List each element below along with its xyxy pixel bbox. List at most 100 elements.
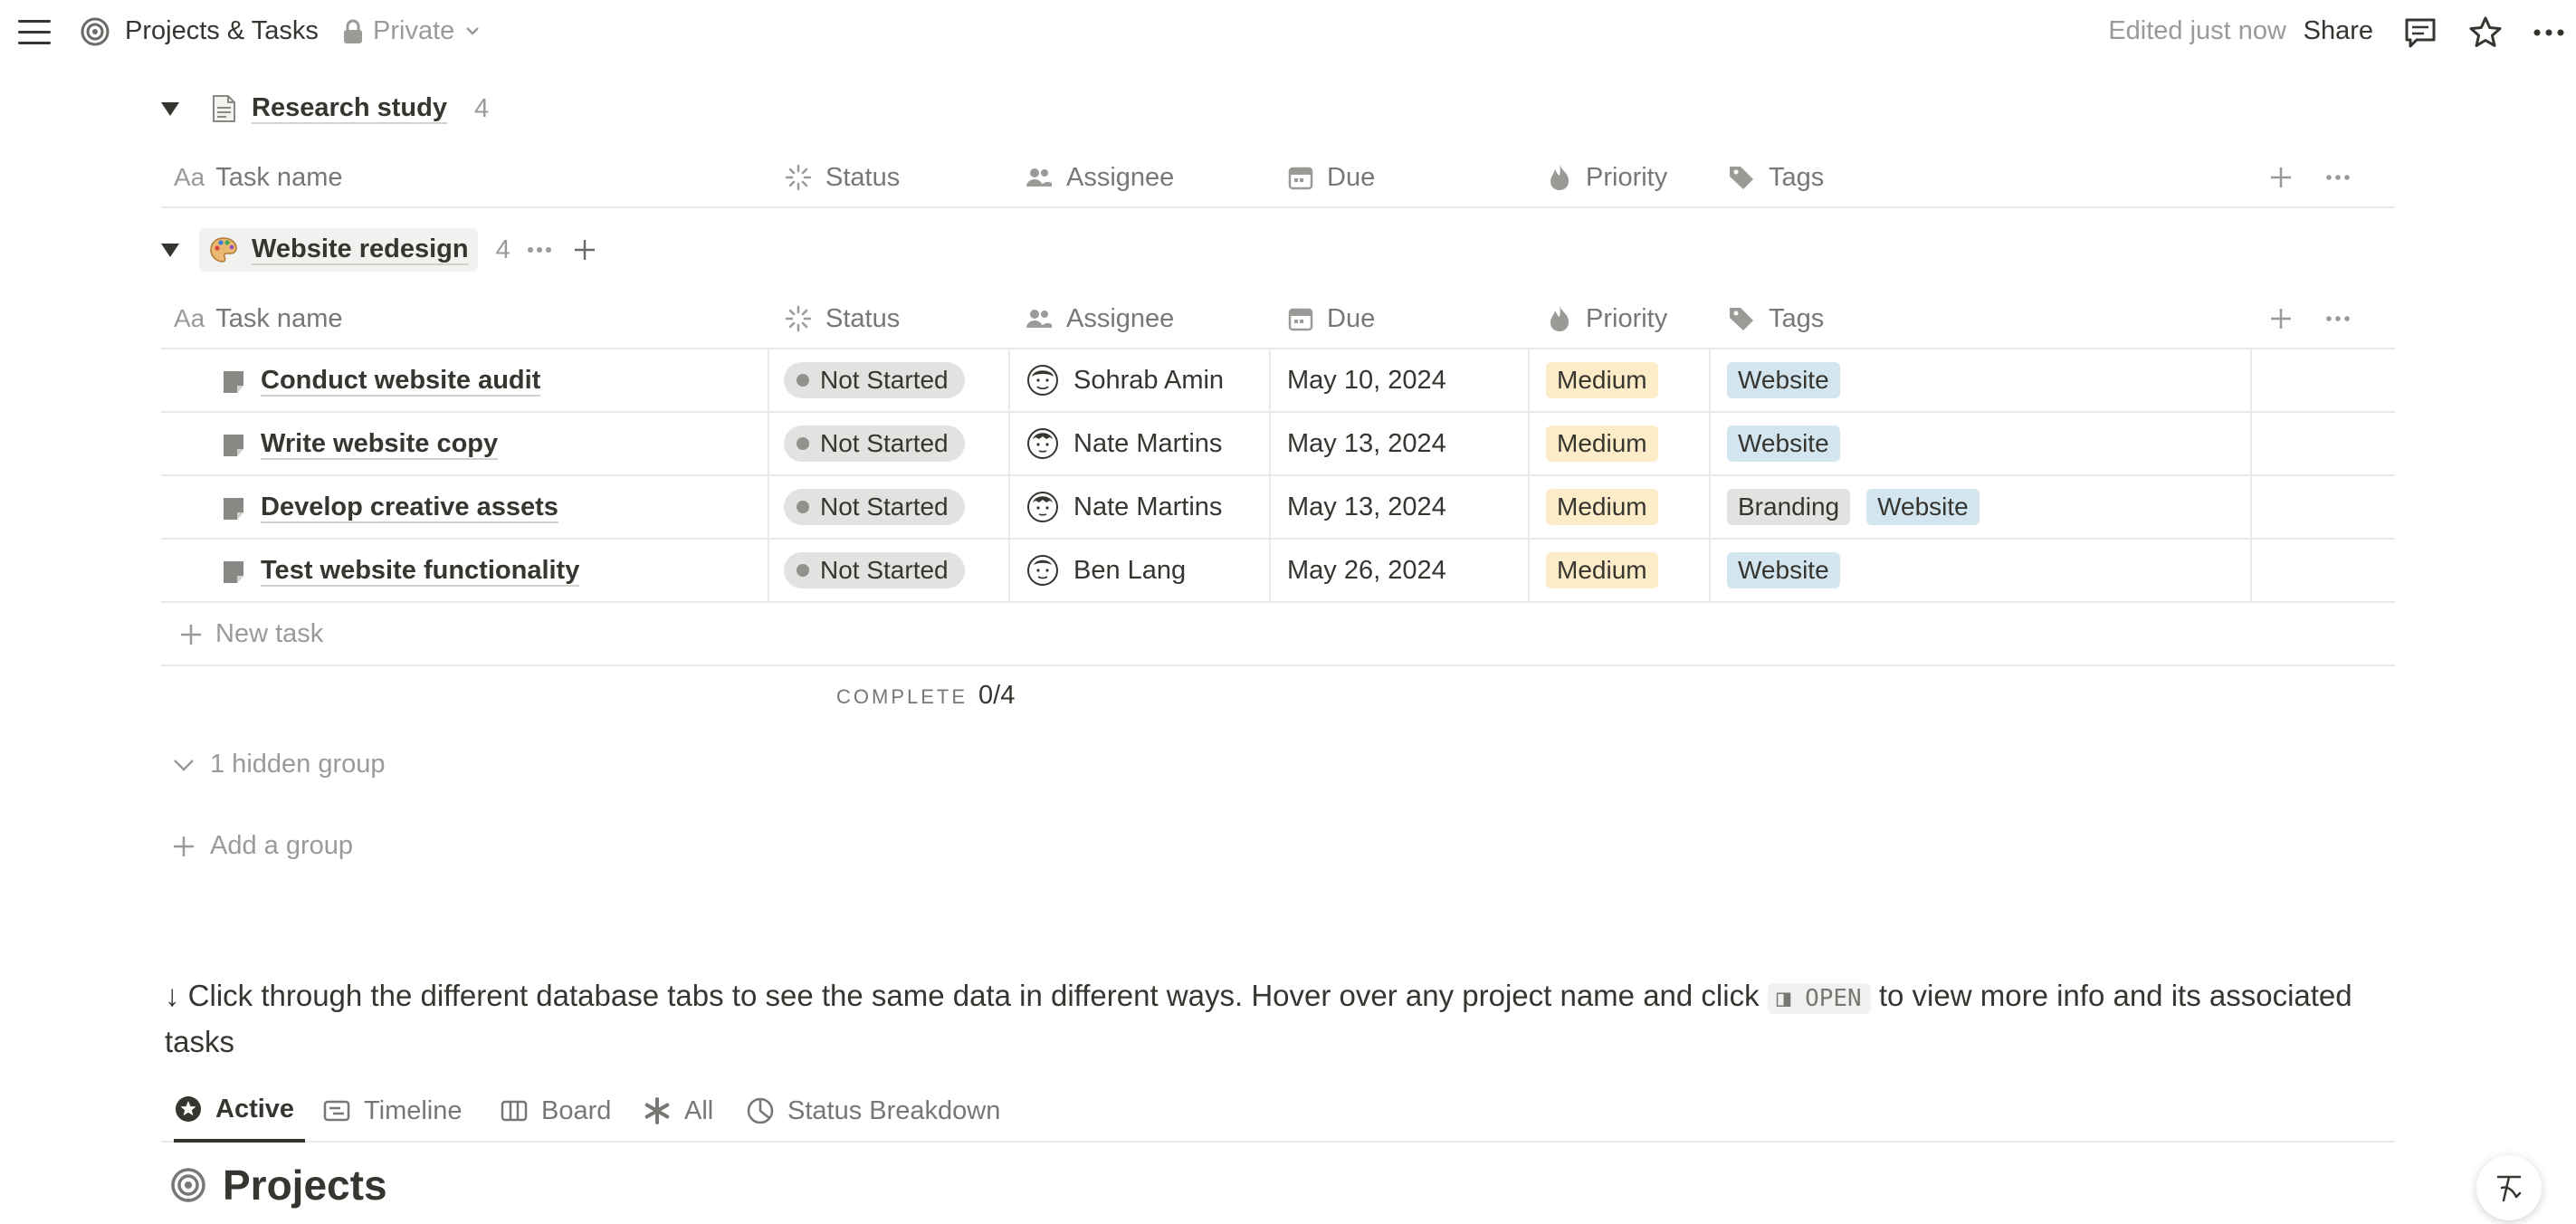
task-name[interactable]: Develop creative assets <box>261 492 558 523</box>
tags-cell[interactable]: Branding Website <box>1711 476 2252 538</box>
completion-summary[interactable]: COMPLETE 0/4 <box>836 681 1015 711</box>
task-cell[interactable]: Test website functionality <box>161 540 769 601</box>
column-label: Tags <box>1769 162 1825 192</box>
projects-heading: Projects <box>170 1161 387 1210</box>
due-cell[interactable]: May 13, 2024 <box>1271 476 1530 538</box>
tab-label: Status Breakdown <box>787 1095 1001 1125</box>
tags-cell[interactable]: Website <box>1711 540 2252 601</box>
people-icon <box>1026 168 1052 186</box>
status-dot <box>797 501 809 513</box>
status-cell[interactable]: Not Started <box>769 413 1010 474</box>
priority-cell[interactable]: Medium <box>1530 540 1711 601</box>
column-status[interactable]: Status <box>784 147 900 208</box>
assignee-cell[interactable]: Nate Martins <box>1010 476 1271 538</box>
tag-badge: Website <box>1727 552 1840 588</box>
group-add-icon[interactable] <box>568 234 601 266</box>
column-label: Assignee <box>1066 162 1175 192</box>
due-date: May 13, 2024 <box>1287 428 1446 458</box>
more-icon[interactable] <box>2324 165 2352 190</box>
table-row[interactable]: Write website copy Not Started Nate Mart… <box>161 413 2395 476</box>
toggle-icon[interactable] <box>161 243 179 257</box>
text-type-icon: Aa <box>174 304 205 332</box>
column-tags[interactable]: Tags <box>1727 147 1824 208</box>
comment-icon[interactable] <box>2402 14 2438 51</box>
new-task-row[interactable]: New task <box>161 603 2395 666</box>
task-cell[interactable]: Develop creative assets <box>161 476 769 538</box>
due-cell[interactable]: May 10, 2024 <box>1271 349 1530 411</box>
priority-cell[interactable]: Medium <box>1530 476 1711 538</box>
hidden-groups-toggle[interactable]: 1 hidden group <box>170 750 386 779</box>
column-label: Due <box>1327 162 1376 192</box>
assignee-cell[interactable]: Nate Martins <box>1010 413 1271 474</box>
add-property-icon[interactable] <box>2268 165 2294 190</box>
page-title-breadcrumb[interactable]: Projects & Tasks <box>125 16 319 46</box>
assignee-name: Sohrab Amin <box>1073 365 1225 395</box>
hamburger-icon[interactable] <box>18 20 51 45</box>
task-name[interactable]: Conduct website audit <box>261 366 541 397</box>
table-row[interactable]: Test website functionality Not Started B… <box>161 540 2395 603</box>
group-name[interactable]: Research study <box>252 93 447 124</box>
status-label: Not Started <box>820 492 949 521</box>
column-priority[interactable]: Priority <box>1546 288 1667 349</box>
task-name[interactable]: Write website copy <box>261 429 499 460</box>
toggle-icon[interactable] <box>161 101 179 116</box>
plus-icon <box>181 625 201 645</box>
priority-cell[interactable]: Medium <box>1530 349 1711 411</box>
priority-cell[interactable]: Medium <box>1530 413 1711 474</box>
column-label: Status <box>825 162 901 192</box>
status-cell[interactable]: Not Started <box>769 540 1010 601</box>
tab-all[interactable]: All <box>643 1079 713 1143</box>
page-icon <box>224 498 243 520</box>
star-circle-icon <box>176 1096 201 1122</box>
tag-badge: Website <box>1866 489 1980 525</box>
tags-cell[interactable]: Website <box>1711 413 2252 474</box>
column-due[interactable]: Due <box>1287 288 1375 349</box>
assignee-cell[interactable]: Sohrab Amin <box>1010 349 1271 411</box>
due-cell[interactable]: May 26, 2024 <box>1271 540 1530 601</box>
help-button[interactable] <box>2476 1155 2542 1220</box>
projects-title[interactable]: Projects <box>223 1161 387 1210</box>
status-cell[interactable]: Not Started <box>769 349 1010 411</box>
column-label: Priority <box>1586 303 1668 333</box>
column-priority[interactable]: Priority <box>1546 147 1667 208</box>
tab-active[interactable]: Active <box>174 1079 306 1143</box>
column-status[interactable]: Status <box>784 288 900 349</box>
tags-cell[interactable]: Website <box>1711 349 2252 411</box>
group-chip[interactable]: Research study <box>199 87 456 130</box>
tab-status-breakdown[interactable]: Status Breakdown <box>746 1079 1000 1143</box>
avatar <box>1027 428 1058 459</box>
column-task-name[interactable]: Aa Task name <box>174 147 342 208</box>
status-label: Not Started <box>820 556 949 584</box>
task-cell[interactable]: Write website copy <box>161 413 769 474</box>
column-tags[interactable]: Tags <box>1727 288 1824 349</box>
tag-badge: Branding <box>1727 489 1851 525</box>
add-property-icon[interactable] <box>2268 306 2294 331</box>
column-label: Task name <box>215 303 343 333</box>
chevron-down-icon[interactable] <box>463 22 482 40</box>
table-row[interactable]: Develop creative assets Not Started Nate… <box>161 476 2395 540</box>
share-button[interactable]: Share <box>2304 16 2373 46</box>
column-task-name[interactable]: Aa Task name <box>174 288 342 349</box>
text-type-icon: Aa <box>174 163 205 191</box>
complete-label: COMPLETE <box>836 685 968 708</box>
assignee-cell[interactable]: Ben Lang <box>1010 540 1271 601</box>
tab-timeline[interactable]: Timeline <box>322 1079 463 1143</box>
status-cell[interactable]: Not Started <box>769 476 1010 538</box>
add-group-button[interactable]: Add a group <box>170 831 353 861</box>
column-assignee[interactable]: Assignee <box>1025 147 1174 208</box>
privacy-label[interactable]: Private <box>373 16 454 46</box>
column-due[interactable]: Due <box>1287 147 1375 208</box>
group-header-research-study: Research study 4 <box>161 87 489 130</box>
group-name[interactable]: Website redesign <box>252 234 469 265</box>
tab-board[interactable]: Board <box>500 1079 611 1143</box>
more-icon[interactable] <box>2531 14 2567 51</box>
table-row[interactable]: Conduct website audit Not Started Sohrab… <box>161 349 2395 413</box>
task-name[interactable]: Test website functionality <box>261 556 580 587</box>
column-assignee[interactable]: Assignee <box>1025 288 1174 349</box>
star-icon[interactable] <box>2467 14 2504 51</box>
due-cell[interactable]: May 13, 2024 <box>1271 413 1530 474</box>
group-chip[interactable]: Website redesign <box>199 228 478 272</box>
task-cell[interactable]: Conduct website audit <box>161 349 769 411</box>
more-icon[interactable] <box>2324 306 2352 331</box>
group-more-icon[interactable] <box>523 234 556 266</box>
